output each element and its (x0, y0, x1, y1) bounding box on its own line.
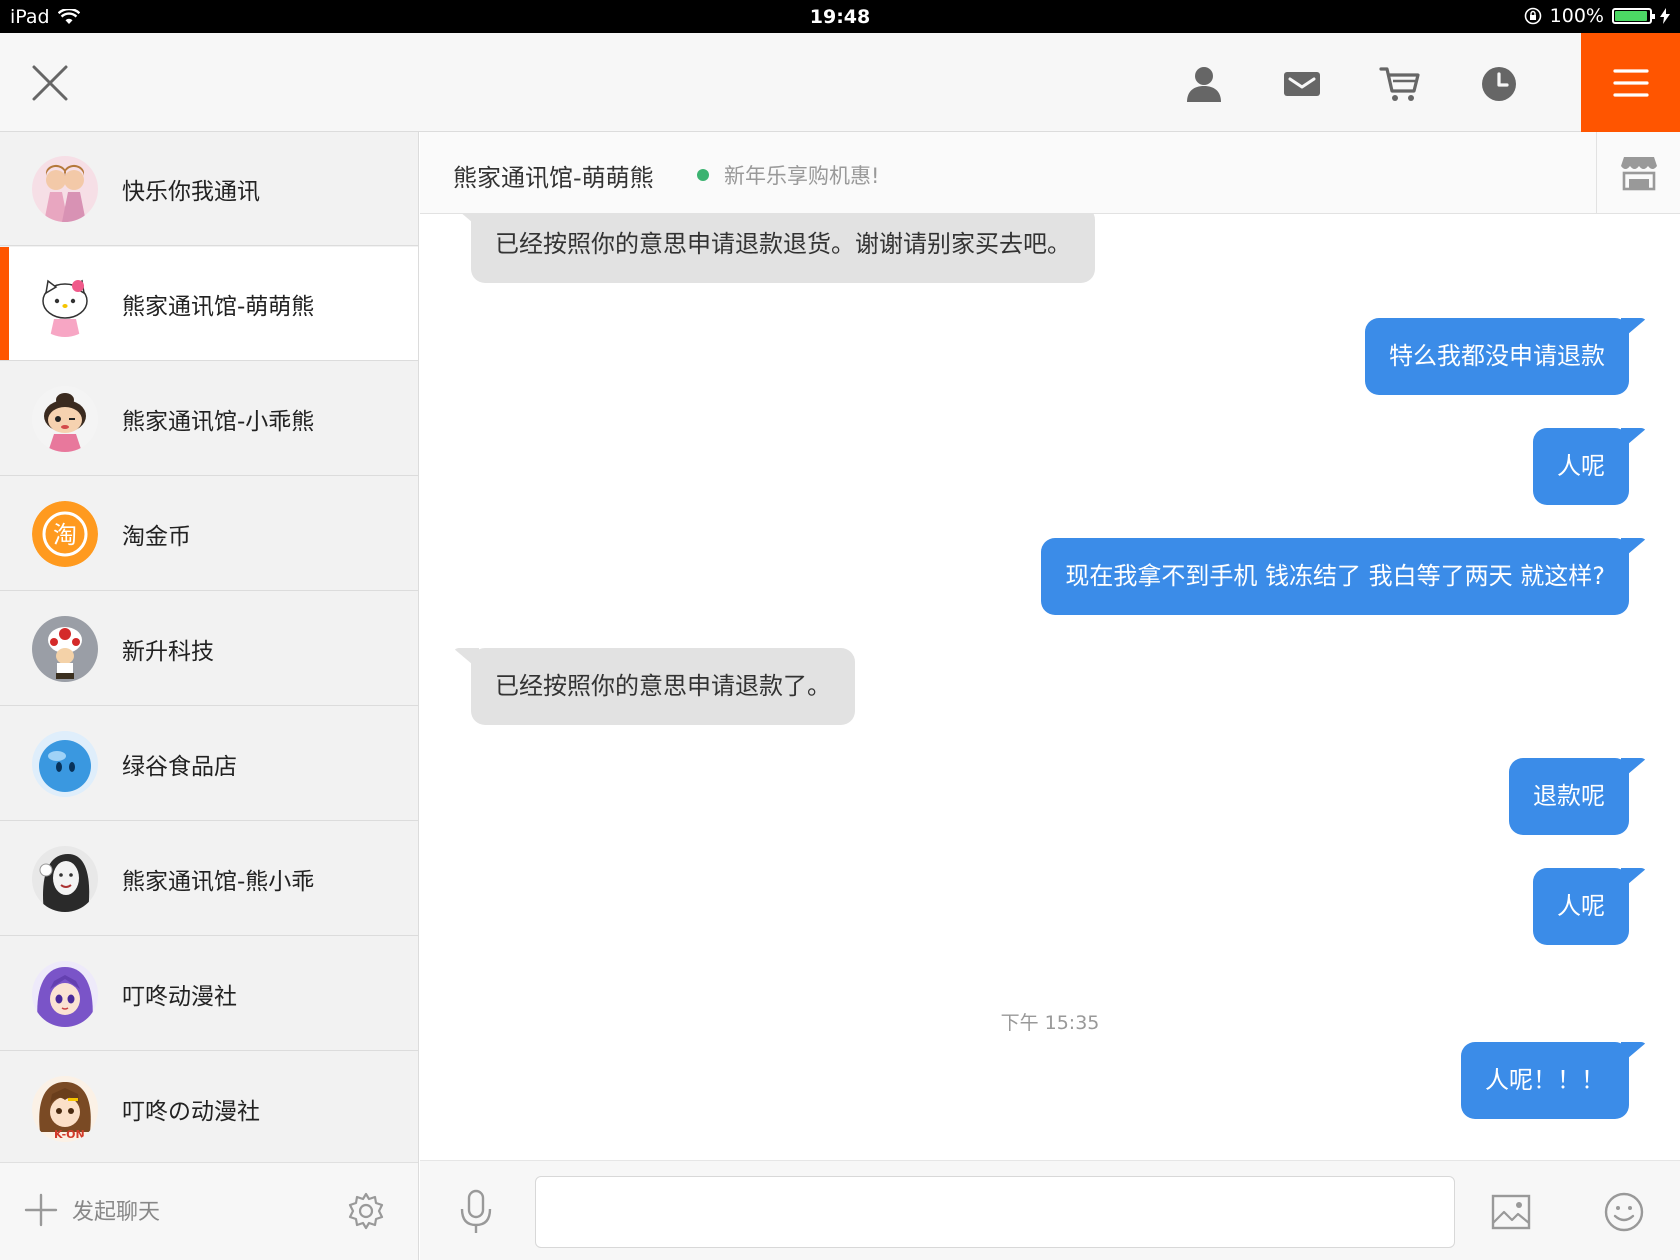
outgoing-message-bubble: 退款呢 (1509, 758, 1629, 835)
conversation-item[interactable]: 熊家通讯馆-小乖熊 (0, 362, 418, 476)
menu-button[interactable] (1581, 33, 1680, 132)
conversation-item[interactable]: 绿谷食品店 (0, 707, 418, 821)
k-on-logo-text: K-ON (54, 1128, 85, 1141)
contact-name: 绿谷食品店 (122, 753, 237, 780)
message-timestamp: 下午 15:35 (1000, 1012, 1100, 1034)
user-icon (1187, 67, 1221, 102)
coin-glyph: 淘 (53, 521, 77, 549)
rotation-lock-icon (1524, 7, 1541, 25)
status-bar: iPad 19:48 100% (0, 0, 1680, 33)
conversation-item-active[interactable]: 熊家通讯馆-萌萌熊 (0, 247, 418, 361)
gear-icon (348, 1192, 384, 1230)
twin-dolls-avatar (32, 155, 98, 222)
conversation-item[interactable]: 淘 淘金币 (0, 477, 418, 591)
chat-header: 熊家通讯馆-萌萌熊 新年乐享购机惠! (420, 132, 1680, 214)
close-icon (32, 65, 68, 101)
anime-purple-hair-avatar (32, 960, 98, 1027)
new-chat-button[interactable]: 发起聊天 (24, 1193, 160, 1227)
woman-photo-avatar (32, 845, 98, 912)
contact-name: 淘金币 (122, 523, 191, 550)
envelope-icon (1284, 72, 1320, 96)
contact-name: 熊家通讯馆-小乖熊 (122, 408, 315, 435)
online-status-dot (697, 169, 709, 181)
blue-droplet-avatar (32, 730, 98, 797)
conversation-item[interactable]: 快乐你我通讯 (0, 132, 418, 246)
top-navigation-bar (0, 33, 1680, 132)
battery-icon (1612, 8, 1655, 24)
conversation-item[interactable]: 叮咚动漫社 (0, 937, 418, 1051)
hello-kitty-avatar (32, 270, 98, 337)
message-input-bar (420, 1160, 1680, 1260)
image-icon (1491, 1194, 1531, 1230)
conversation-item[interactable]: 新升科技 (0, 592, 418, 706)
send-image-button[interactable] (1490, 1191, 1532, 1233)
contact-name: 熊家通讯馆-萌萌熊 (122, 293, 315, 320)
cart-button[interactable] (1375, 59, 1425, 109)
microphone-icon (460, 1189, 492, 1233)
contact-name: 快乐你我通讯 (122, 178, 260, 205)
smiley-icon (1604, 1192, 1644, 1232)
charging-bolt-icon (1660, 8, 1670, 24)
contact-name: 新升科技 (122, 638, 214, 665)
new-chat-label: 发起聊天 (72, 1200, 161, 1225)
settings-button[interactable] (346, 1191, 386, 1231)
taobao-coin-avatar: 淘 (32, 500, 98, 567)
clock-time: 19:48 (809, 6, 871, 28)
profile-button[interactable] (1179, 59, 1229, 109)
battery-percent: 100% (1549, 5, 1604, 27)
outgoing-message-bubble: 人呢 (1533, 868, 1629, 945)
voice-button[interactable] (456, 1189, 496, 1235)
outgoing-message-bubble: 现在我拿不到手机 钱冻结了 我白等了两天 就这样? (1041, 538, 1629, 615)
hamburger-icon (1612, 68, 1649, 97)
message-list[interactable]: 已经按照你的意思申请退款退货。谢谢请别家买去吧。 特么我都没申请退款 人呢 现在… (420, 214, 1680, 1160)
incoming-message-bubble: 已经按照你的意思申请退款了。 (471, 648, 855, 725)
messages-button[interactable] (1277, 59, 1327, 109)
contact-name: 叮咚动漫社 (122, 983, 237, 1010)
clock-icon (1482, 67, 1516, 101)
chat-title: 熊家通讯馆-萌萌熊 (453, 164, 654, 192)
incoming-message-bubble: 已经按照你的意思申请退款退货。谢谢请别家买去吧。 (471, 214, 1095, 283)
store-icon (1620, 157, 1657, 191)
mushroom-toad-avatar (32, 615, 98, 682)
conversation-item[interactable]: K-ON 叮咚の动漫社 (0, 1052, 418, 1166)
conversation-item[interactable]: 熊家通讯馆-熊小乖 (0, 822, 418, 936)
contact-name: 熊家通讯馆-熊小乖 (122, 868, 315, 895)
conversation-list: 快乐你我通讯 熊家通讯馆-萌萌熊 熊家通讯馆-小乖熊 淘 淘金币 新升科技 绿谷… (0, 132, 419, 1260)
outgoing-message-bubble: 特么我都没申请退款 (1365, 318, 1629, 395)
message-input[interactable] (535, 1176, 1455, 1248)
history-button[interactable] (1474, 59, 1524, 109)
outgoing-message-bubble: 人呢！！！ (1461, 1042, 1629, 1119)
contact-name: 叮咚の动漫社 (122, 1098, 260, 1125)
sidebar-footer: 发起聊天 (0, 1162, 418, 1260)
outgoing-message-bubble: 人呢 (1533, 428, 1629, 505)
plus-icon (24, 1193, 58, 1227)
k-on-anime-avatar: K-ON (32, 1075, 98, 1142)
cartoon-girl-avatar (32, 385, 98, 452)
shop-button[interactable] (1596, 132, 1680, 214)
close-button[interactable] (28, 61, 72, 105)
emoji-button[interactable] (1603, 1191, 1645, 1233)
shop-slogan: 新年乐享购机惠! (724, 164, 880, 188)
cart-icon (1379, 67, 1420, 101)
